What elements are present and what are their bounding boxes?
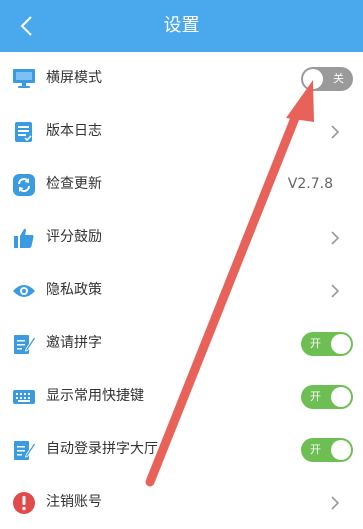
setting-landscape-mode[interactable]: 横屏模式 关 [0,52,363,105]
landscape-mode-toggle[interactable]: 关 [301,66,353,91]
warning-circle-icon [12,491,36,515]
auto-login-toggle[interactable]: 开 [301,437,353,462]
thumbs-up-icon [12,226,36,250]
setting-privacy-policy[interactable]: 隐私政策 [0,264,363,317]
refresh-icon [12,173,36,197]
settings-list: 横屏模式 关 版本日志 检查更新 V2.7.8 评分鼓励 隐私政策 邀请拼字 开… [0,52,363,529]
setting-invite[interactable]: 邀请拼字 开 [0,317,363,370]
toggle-knob [331,439,351,460]
toggle-knob [331,386,351,407]
setting-check-update[interactable]: 检查更新 V2.7.8 [0,158,363,211]
keyboard-icon [12,385,36,409]
setting-label: 显示常用快捷键 [46,388,144,404]
setting-label: 横屏模式 [46,70,102,86]
toggle-knob [331,333,351,354]
toggle-text: 开 [310,389,321,403]
setting-auto-login[interactable]: 自动登录拼字大厅 开 [0,423,363,476]
eye-icon [12,279,36,303]
chevron-right-icon [331,283,340,298]
document-log-icon [12,120,36,144]
chevron-right-icon [331,230,340,245]
monitor-icon [12,67,36,91]
toggle-text: 开 [310,336,321,350]
toggle-text: 开 [310,442,321,456]
shortcuts-toggle[interactable]: 开 [301,384,353,409]
setting-rate[interactable]: 评分鼓励 [0,211,363,264]
toggle-knob [303,68,323,89]
setting-label: 邀请拼字 [46,335,102,351]
setting-label: 版本日志 [46,123,102,139]
chevron-right-icon [331,124,340,139]
version-value: V2.7.8 [287,176,333,192]
page-title: 设置 [163,15,200,36]
setting-label: 检查更新 [46,176,102,192]
edit-note-icon [12,438,36,462]
setting-label: 自动登录拼字大厅 [46,441,158,457]
chevron-right-icon [331,495,340,510]
setting-label: 评分鼓励 [46,229,102,245]
setting-show-shortcuts[interactable]: 显示常用快捷键 开 [0,370,363,423]
toggle-text: 关 [333,71,344,85]
setting-label: 隐私政策 [46,282,102,298]
title-bar: 设置 [0,0,363,52]
setting-cancel-account[interactable]: 注销账号 [0,476,363,529]
edit-note-icon [12,332,36,356]
invite-toggle[interactable]: 开 [301,331,353,356]
setting-label: 注销账号 [46,494,102,510]
setting-version-log[interactable]: 版本日志 [0,105,363,158]
